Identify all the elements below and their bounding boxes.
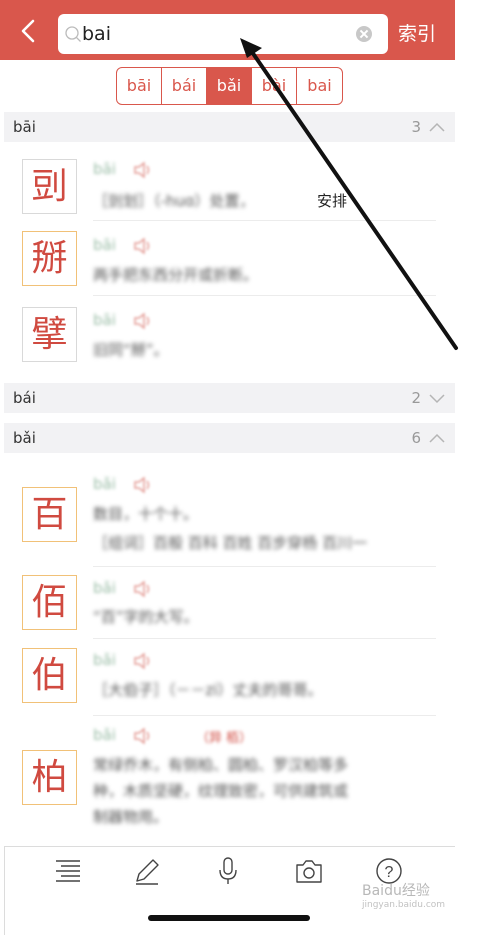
index-button[interactable]: 索引 — [398, 19, 436, 46]
entry-definition: 常绿乔木，有侧柏、圆柏、罗汉柏等多 — [93, 756, 349, 774]
entry-pinyin: bāi — [93, 311, 116, 329]
list-item[interactable]: 伯 bǎi ［大伯子］（－－zi）丈夫的哥哥。 — [0, 639, 455, 716]
character-box: 伯 — [22, 648, 77, 703]
character: 佰 — [31, 582, 68, 623]
dictionary-app: 索引 bāi bái bǎi bài bai bāi 3 剅 bāi ［剅划］（… — [0, 0, 455, 936]
section-count: 3 — [411, 118, 421, 136]
section-header-bai2[interactable]: bái 2 — [4, 383, 455, 413]
entry-definition: ［大伯子］（－－zi）丈夫的哥哥。 — [93, 681, 323, 699]
entry-pinyin: bǎi — [93, 475, 116, 493]
tone-tab[interactable]: bai — [297, 68, 342, 104]
watermark-logo: Baidu经验 jingyan.baidu.com — [362, 880, 445, 910]
character: 剅 — [31, 166, 68, 207]
entry-definition: ［剅划］（-huɑ）处置， — [93, 192, 255, 210]
tone-tab[interactable]: bài — [252, 68, 297, 104]
list-item[interactable]: 擘 bāi 旧同“掰”。 — [0, 296, 455, 372]
watermark-url: jingyan.baidu.com — [362, 900, 446, 910]
chevron-up-icon[interactable] — [427, 428, 447, 448]
camera-icon[interactable] — [293, 855, 325, 887]
speaker-icon[interactable] — [133, 162, 153, 178]
section-count: 2 — [411, 389, 421, 407]
list-item[interactable]: 剅 bāi ［剅划］（-huɑ）处置， 安排 — [0, 143, 455, 221]
tone-tab[interactable]: bái — [162, 68, 207, 104]
section-count: 6 — [411, 429, 421, 447]
speaker-icon[interactable] — [133, 653, 153, 669]
tone-selector: bāi bái bǎi bài bai — [116, 67, 343, 105]
pencil-icon[interactable] — [131, 855, 163, 887]
speaker-icon[interactable] — [133, 728, 153, 744]
section-pinyin: bāi — [13, 118, 36, 136]
entry-pinyin: bǎi — [93, 579, 116, 597]
entry-pinyin: bǎi — [93, 726, 116, 744]
character: 掰 — [31, 238, 68, 279]
entry-definition: 两手把东西分开或折断。 — [93, 266, 259, 284]
character-box: 柏 — [22, 750, 77, 805]
speaker-icon[interactable] — [133, 581, 153, 597]
character: 柏 — [31, 757, 68, 798]
character-box: 擘 — [22, 307, 77, 362]
search-icon — [65, 26, 81, 42]
tone-tab[interactable]: bāi — [117, 68, 162, 104]
tone-tab-active[interactable]: bǎi — [207, 68, 252, 104]
character: 百 — [31, 494, 68, 535]
speaker-icon[interactable] — [133, 477, 153, 493]
section-pinyin: bái — [13, 389, 36, 407]
entry-words: ［组词］百般 百科 百姓 百步穿杨 百川一 — [93, 534, 368, 552]
character-box: 剅 — [22, 159, 77, 214]
chevron-up-icon[interactable] — [427, 117, 447, 137]
list-item[interactable]: 佰 bǎi “百”字的大写。 — [0, 567, 455, 639]
microphone-icon[interactable] — [212, 855, 244, 887]
entry-definition-tail: 安排 — [317, 192, 348, 210]
speaker-icon[interactable] — [133, 313, 153, 329]
help-glyph: ? — [385, 864, 394, 881]
entry-definition: 种，木质坚硬，纹理致密，可供建筑或 — [93, 782, 349, 800]
entry-definition: 数目，十个十。 — [93, 505, 199, 523]
section-pinyin: bǎi — [13, 429, 36, 447]
entry-pinyin: bǎi — [93, 651, 116, 669]
variant-form: （异 栢） — [196, 731, 253, 746]
clear-icon[interactable] — [356, 26, 372, 42]
watermark-brand: Baidu经验 — [362, 883, 430, 899]
character-box: 百 — [22, 487, 77, 542]
top-bar: 索引 — [0, 0, 455, 60]
character-box: 佰 — [22, 575, 77, 630]
list-item[interactable]: 柏 bǎi （异 栢） 常绿乔木，有侧柏、圆柏、罗汉柏等多 种，木质坚硬，纹理致… — [0, 716, 455, 840]
section-header-bai3[interactable]: bǎi 6 — [4, 423, 455, 453]
search-box[interactable] — [58, 14, 388, 54]
entry-pinyin: bāi — [93, 160, 116, 178]
entry-definition: “百”字的大写。 — [93, 608, 199, 626]
character: 伯 — [31, 655, 68, 696]
entry-definition: 制器物用。 — [93, 808, 169, 826]
chevron-left-icon[interactable] — [14, 16, 44, 46]
entry-pinyin: bāi — [93, 236, 116, 254]
list-item[interactable]: 掰 bāi 两手把东西分开或折断。 — [0, 221, 455, 296]
list-item[interactable]: 百 bǎi 数目，十个十。 ［组词］百般 百科 百姓 百步穿杨 百川一 — [0, 463, 455, 567]
character: 擘 — [31, 314, 68, 355]
section-header-bai1[interactable]: bāi 3 — [4, 112, 455, 142]
home-indicator[interactable] — [148, 915, 310, 921]
search-input[interactable] — [82, 18, 342, 50]
speaker-icon[interactable] — [133, 238, 153, 254]
strokes-icon[interactable] — [52, 855, 84, 887]
entry-definition: 旧同“掰”。 — [93, 341, 169, 359]
chevron-down-icon[interactable] — [427, 388, 447, 408]
character-box: 掰 — [22, 231, 77, 286]
